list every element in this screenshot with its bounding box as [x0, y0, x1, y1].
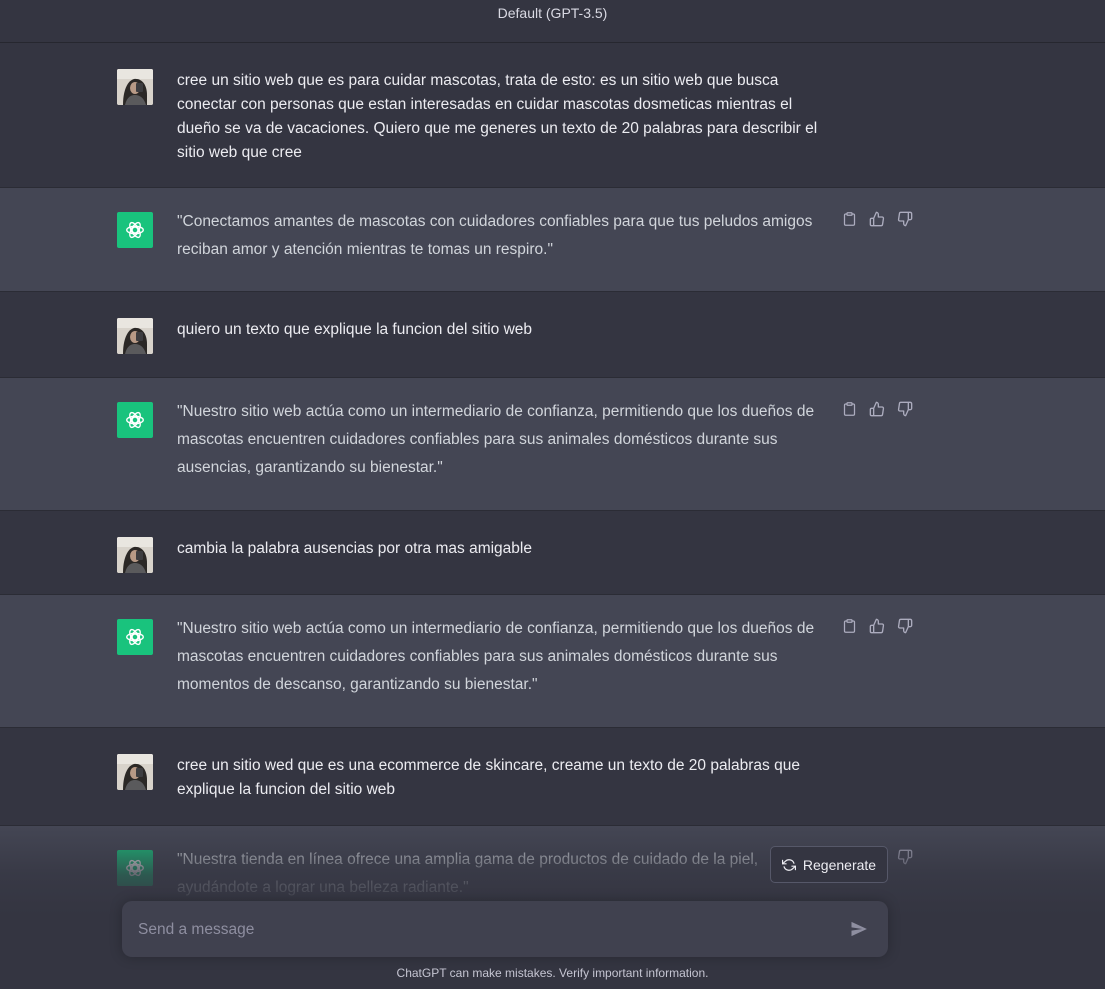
thumbs-up-icon[interactable]: [868, 617, 886, 635]
user-message: quiero un texto que explique la funcion …: [0, 292, 1105, 378]
assistant-message: "Nuestro sitio web actúa como un interme…: [0, 595, 1105, 728]
chatgpt-logo-icon: [117, 402, 153, 438]
clipboard-icon[interactable]: [840, 617, 858, 635]
clipboard-icon[interactable]: [840, 210, 858, 228]
disclaimer: ChatGPT can make mistakes. Verify import…: [396, 966, 709, 980]
assistant-message: "Conectamos amantes de mascotas con cuid…: [0, 188, 1105, 292]
thumbs-down-icon[interactable]: [896, 210, 914, 228]
send-icon[interactable]: [849, 919, 869, 939]
message-actions: [840, 210, 914, 228]
chatgpt-logo-icon: [117, 619, 153, 655]
thumbs-down-icon[interactable]: [896, 400, 914, 418]
thumbs-up-icon[interactable]: [868, 210, 886, 228]
user-message: cree un sitio web que es para cuidar mas…: [0, 43, 1105, 188]
model-label: Default (GPT-3.5): [497, 5, 608, 21]
regenerate-button[interactable]: Regenerate: [770, 846, 888, 883]
thumbs-down-icon[interactable]: [896, 617, 914, 635]
message-text: quiero un texto que explique la funcion …: [177, 321, 533, 338]
message-text: "Nuestro sitio web actúa como un interme…: [177, 620, 815, 693]
message-text: "Conectamos amantes de mascotas con cuid…: [177, 213, 813, 258]
composer: [122, 901, 888, 957]
user-avatar: [117, 754, 153, 790]
message-text: "Nuestra tienda en línea ofrece una ampl…: [177, 851, 759, 896]
user-message: cree un sitio wed que es una ecommerce d…: [0, 728, 1105, 826]
user-avatar: [117, 537, 153, 573]
message-text: "Nuestro sitio web actúa como un interme…: [177, 403, 815, 476]
message-actions: [840, 617, 914, 635]
message-input[interactable]: [136, 917, 820, 943]
thumbs-up-icon[interactable]: [868, 400, 886, 418]
chatgpt-logo-icon: [117, 850, 153, 886]
message-actions: [840, 400, 914, 418]
top-bar: Default (GPT-3.5): [0, 0, 1105, 43]
message-text: cree un sitio wed que es una ecommerce d…: [177, 757, 800, 798]
regenerate-label: Regenerate: [802, 856, 877, 873]
regenerate-icon: [781, 858, 796, 871]
thumbs-down-icon[interactable]: [896, 848, 914, 866]
user-avatar: [117, 318, 153, 354]
user-message: cambia la palabra ausencias por otra mas…: [0, 511, 1105, 595]
message-text: cambia la palabra ausencias por otra mas…: [177, 540, 532, 557]
user-avatar: [117, 69, 153, 105]
clipboard-icon[interactable]: [840, 400, 858, 418]
conversation-thread: cree un sitio web que es para cuidar mas…: [0, 43, 1105, 946]
chatgpt-logo-icon: [117, 212, 153, 248]
assistant-message: "Nuestro sitio web actúa como un interme…: [0, 378, 1105, 511]
message-text: cree un sitio web que es para cuidar mas…: [177, 72, 818, 161]
